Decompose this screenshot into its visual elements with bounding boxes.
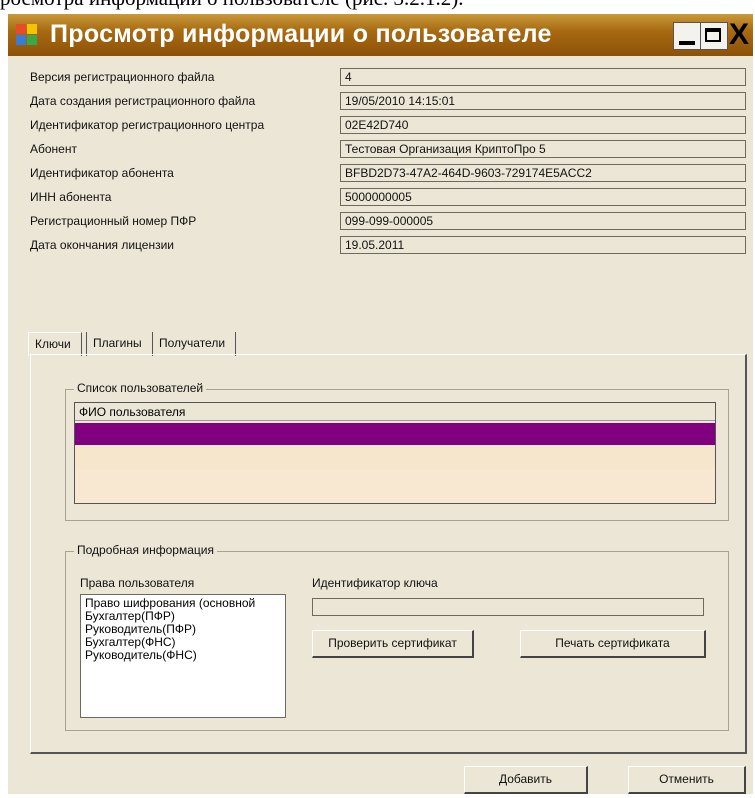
users-group-legend: Список пользователей bbox=[74, 381, 207, 395]
label-subscriber-id: Идентификатор абонента bbox=[30, 166, 174, 180]
details-group: Подробная информация Права пользователя … bbox=[65, 543, 729, 731]
close-button[interactable]: X bbox=[727, 18, 755, 51]
field-file-creation-date[interactable]: 19/05/2010 14:15:01 bbox=[340, 92, 746, 110]
print-certificate-button[interactable]: Печать сертификата bbox=[520, 630, 706, 658]
app-icon bbox=[16, 24, 38, 46]
key-id-label: Идентификатор ключа bbox=[312, 576, 438, 590]
key-id-field[interactable] bbox=[312, 598, 704, 616]
window-title: Просмотр информации о пользователе bbox=[50, 20, 552, 48]
field-file-version[interactable]: 4 bbox=[340, 68, 746, 86]
user-rights-label: Права пользователя bbox=[80, 576, 195, 590]
label-subscriber-inn: ИНН абонента bbox=[30, 190, 112, 204]
add-button[interactable]: Добавить bbox=[464, 766, 588, 794]
label-pfr-registration-number: Регистрационный номер ПФР bbox=[30, 214, 197, 228]
tab-keys[interactable]: Ключи bbox=[28, 332, 82, 356]
list-item[interactable]: Руководитель(ФНС) bbox=[85, 649, 281, 662]
tab-plugins[interactable]: Плагины bbox=[86, 332, 150, 356]
field-subscriber-inn[interactable]: 5000000005 bbox=[340, 188, 746, 206]
users-group: Список пользователей ФИО пользователя bbox=[65, 381, 729, 521]
label-subscriber: Абонент bbox=[30, 142, 77, 156]
list-item-empty bbox=[75, 447, 715, 469]
user-info-window: Просмотр информации о пользователе X Вер… bbox=[8, 14, 753, 794]
tab-panel-keys: Список пользователей ФИО пользователя По… bbox=[30, 354, 747, 754]
label-file-version: Версия регистрационного файла bbox=[30, 70, 215, 84]
label-file-creation-date: Дата создания регистрационного файла bbox=[30, 94, 256, 108]
title-bar[interactable]: Просмотр информации о пользователе X bbox=[8, 14, 753, 56]
details-group-legend: Подробная информация bbox=[74, 543, 217, 557]
column-header-user-name[interactable]: ФИО пользователя bbox=[75, 403, 715, 421]
maximize-button[interactable] bbox=[700, 22, 728, 50]
document-text-fragment: росмотра информации о пользователе (рис.… bbox=[0, 0, 464, 11]
tab-recipients[interactable]: Получатели bbox=[152, 332, 236, 356]
label-registration-center-id: Идентификатор регистрационного центра bbox=[30, 118, 265, 132]
user-rights-list[interactable]: Право шифрования (основной Бухгалтер(ПФР… bbox=[80, 594, 286, 718]
cancel-button[interactable]: Отменить bbox=[628, 766, 746, 794]
label-license-end-date: Дата окончания лицензии bbox=[30, 238, 175, 252]
check-certificate-button[interactable]: Проверить сертификат bbox=[312, 630, 474, 658]
field-registration-center-id[interactable]: 02E42D740 bbox=[340, 116, 746, 134]
minimize-button[interactable] bbox=[673, 22, 701, 50]
field-pfr-registration-number[interactable]: 099-099-000005 bbox=[340, 212, 746, 230]
users-list[interactable]: ФИО пользователя bbox=[74, 402, 716, 504]
field-subscriber-id[interactable]: BFBD2D73-47A2-464D-9603-729174E5ACC2 bbox=[340, 164, 746, 182]
close-icon: X bbox=[729, 18, 750, 51]
field-license-end-date[interactable]: 19.05.2011 bbox=[340, 236, 746, 254]
field-subscriber[interactable]: Тестовая Организация КриптоПро 5 bbox=[340, 140, 746, 158]
list-item-selected[interactable] bbox=[75, 423, 715, 445]
